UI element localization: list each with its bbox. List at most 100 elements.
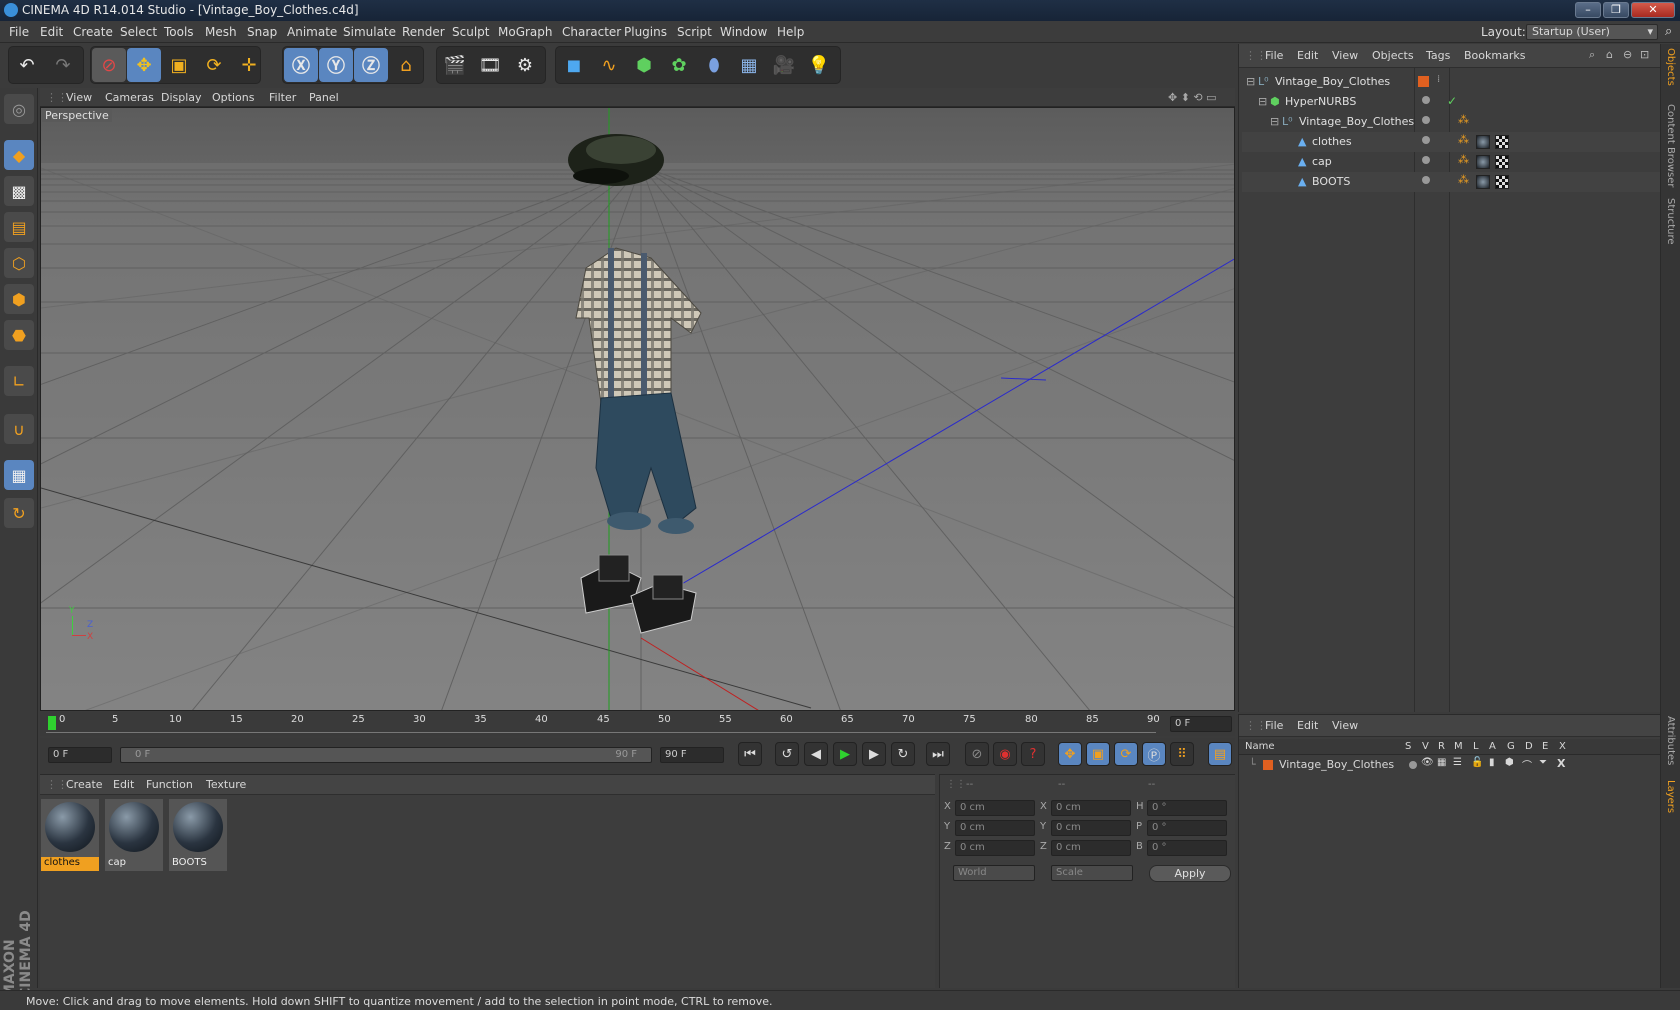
visibility-dot[interactable] <box>1422 156 1430 164</box>
menu-tools[interactable]: Tools <box>164 25 194 39</box>
col-expressions[interactable]: E <box>1542 741 1548 752</box>
next-key-icon[interactable]: ↻ <box>891 742 915 766</box>
viewport-menu-cameras[interactable]: Cameras <box>105 91 154 104</box>
visibility-dot[interactable] <box>1422 116 1430 124</box>
collapse-icon[interactable]: ⊟ <box>1258 95 1267 108</box>
expression-icon[interactable]: ⏷ <box>1539 757 1547 768</box>
lock-workplane-icon[interactable]: ▦ <box>4 460 34 490</box>
spline-icon[interactable]: ∿ <box>592 48 626 82</box>
coordinate-system-icon[interactable]: ⌂ <box>389 48 423 82</box>
manager-list-icon[interactable]: ☰ <box>1453 757 1462 768</box>
start-frame-field[interactable]: 0 F <box>48 747 112 763</box>
collapse-icon[interactable]: ⊟ <box>1246 75 1255 88</box>
key-pla-icon[interactable]: ⠿ <box>1170 742 1194 766</box>
material-swatch-boots[interactable]: BOOTS <box>169 799 227 871</box>
layer-menu-file[interactable]: File <box>1265 719 1283 732</box>
col-render[interactable]: R <box>1438 741 1445 752</box>
rotate-icon[interactable]: ⟳ <box>197 48 231 82</box>
menu-snap[interactable]: Snap <box>247 25 277 39</box>
view-eye-icon[interactable]: 👁 <box>1421 757 1434 768</box>
lock-icon[interactable]: 🔓 <box>1471 757 1483 768</box>
menu-plugins[interactable]: Plugins <box>624 25 667 39</box>
side-tab-structure[interactable]: Structure <box>1665 198 1676 245</box>
autokeying-icon[interactable]: ◉ <box>993 742 1017 766</box>
material-tag-icon[interactable] <box>1476 135 1490 149</box>
side-tab-objects[interactable]: Objects <box>1665 48 1676 86</box>
object-row-vintage-boy-clothes-child[interactable]: ⊟ L⁰ Vintage_Boy_Clothes ⁂ <box>1242 112 1662 132</box>
viewport-menu-panel[interactable]: Panel <box>309 91 339 104</box>
visibility-dot[interactable] <box>1422 96 1430 104</box>
layout-dropdown[interactable]: Startup (User) ▾ <box>1526 24 1658 40</box>
live-select-icon[interactable]: ⊘ <box>92 48 126 82</box>
timeline-window-icon[interactable]: ▤ <box>1208 742 1232 766</box>
render-clapper-icon[interactable]: ▦ <box>1437 757 1446 768</box>
pos-z-field[interactable]: 0 cm <box>955 840 1035 856</box>
material-menu-function[interactable]: Function <box>146 778 193 791</box>
object-menu-file[interactable]: File <box>1265 49 1283 62</box>
pos-y-field[interactable]: 0 cm <box>955 820 1035 836</box>
home-icon[interactable]: ⌂ <box>1606 48 1613 61</box>
object-menu-bookmarks[interactable]: Bookmarks <box>1464 49 1525 62</box>
nurbs-icon[interactable]: ⬢ <box>627 48 661 82</box>
col-name[interactable]: Name <box>1245 741 1275 752</box>
deformer-icon[interactable]: ⌒ <box>1522 757 1532 772</box>
light-icon[interactable]: 💡 <box>802 48 836 82</box>
redo-icon[interactable]: ↷ <box>46 48 80 82</box>
uvw-tag-icon[interactable] <box>1495 135 1509 149</box>
mograph-cloner-icon[interactable]: ✿ <box>662 48 696 82</box>
menu-animate[interactable]: Animate <box>287 25 337 39</box>
viewport-3d[interactable]: Perspective Y X Z <box>40 107 1235 711</box>
uvw-tag-icon[interactable] <box>1495 175 1509 189</box>
go-to-end-icon[interactable]: ⏭ <box>926 742 950 766</box>
layer-color-swatch[interactable] <box>1263 760 1273 770</box>
side-tab-attributes[interactable]: Attributes <box>1665 716 1676 765</box>
col-xref[interactable]: X <box>1559 741 1566 752</box>
size-z-field[interactable]: 0 cm <box>1051 840 1131 856</box>
size-x-field[interactable]: 0 cm <box>1051 800 1131 816</box>
layer-menu-edit[interactable]: Edit <box>1297 719 1318 732</box>
close-button[interactable]: ✕ <box>1631 2 1675 18</box>
z-axis-lock-icon[interactable]: Ⓩ <box>354 48 388 82</box>
material-tag-icon[interactable] <box>1476 155 1490 169</box>
next-frame-icon[interactable]: ▶ <box>862 742 886 766</box>
menu-mesh[interactable]: Mesh <box>205 25 237 39</box>
size-mode-dropdown[interactable]: Scale <box>1051 865 1133 881</box>
render-picture-viewer-icon[interactable]: 🎞 <box>473 48 507 82</box>
menu-help[interactable]: Help <box>777 25 804 39</box>
object-row-cap[interactable]: ▲ cap ⁂ <box>1242 152 1662 172</box>
enabled-check-icon[interactable]: ✓ <box>1447 94 1457 108</box>
menu-file[interactable]: File <box>9 25 29 39</box>
key-rotation-icon[interactable]: ⟳ <box>1114 742 1138 766</box>
collapse-icon[interactable]: ⊟ <box>1270 115 1279 128</box>
key-scale-icon[interactable]: ▣ <box>1086 742 1110 766</box>
col-animation[interactable]: A <box>1489 741 1496 752</box>
object-row-hypernurbs[interactable]: ⊟ ⬢ HyperNURBS ✓ <box>1242 92 1662 112</box>
layer-menu-view[interactable]: View <box>1332 719 1358 732</box>
render-view-icon[interactable]: 🎬 <box>438 48 472 82</box>
xref-icon[interactable]: X <box>1557 757 1565 770</box>
keyframe-selection-icon[interactable]: ? <box>1021 742 1045 766</box>
record-keys-icon[interactable]: ⊘ <box>965 742 989 766</box>
menu-character[interactable]: Character <box>562 25 621 39</box>
coordinate-space-dropdown[interactable]: World <box>953 865 1035 881</box>
col-solo[interactable]: S <box>1405 741 1411 752</box>
viewport-menu-display[interactable]: Display <box>161 91 202 104</box>
maximize-button[interactable]: ❐ <box>1603 2 1629 18</box>
col-manager[interactable]: M <box>1454 741 1463 752</box>
material-menu-edit[interactable]: Edit <box>113 778 134 791</box>
viewport-menu-view[interactable]: View <box>66 91 92 104</box>
previous-key-icon[interactable]: ↺ <box>775 742 799 766</box>
scale-icon[interactable]: ▣ <box>162 48 196 82</box>
visibility-dot[interactable] <box>1422 136 1430 144</box>
move-icon[interactable]: ✥ <box>127 48 161 82</box>
generator-icon[interactable]: ⬢ <box>1505 757 1514 768</box>
visibility-dots[interactable]: ⁞ <box>1437 74 1440 85</box>
col-generators[interactable]: G <box>1507 741 1515 752</box>
object-row-boots[interactable]: ▲ BOOTS ⁂ <box>1242 172 1662 192</box>
play-icon[interactable]: ▶ <box>833 742 857 766</box>
previous-frame-icon[interactable]: ◀ <box>804 742 828 766</box>
camera-icon[interactable]: 🎥 <box>767 48 801 82</box>
planar-workplane-icon[interactable]: ↻ <box>4 498 34 528</box>
object-menu-view[interactable]: View <box>1332 49 1358 62</box>
side-tab-layers[interactable]: Layers <box>1665 780 1676 813</box>
